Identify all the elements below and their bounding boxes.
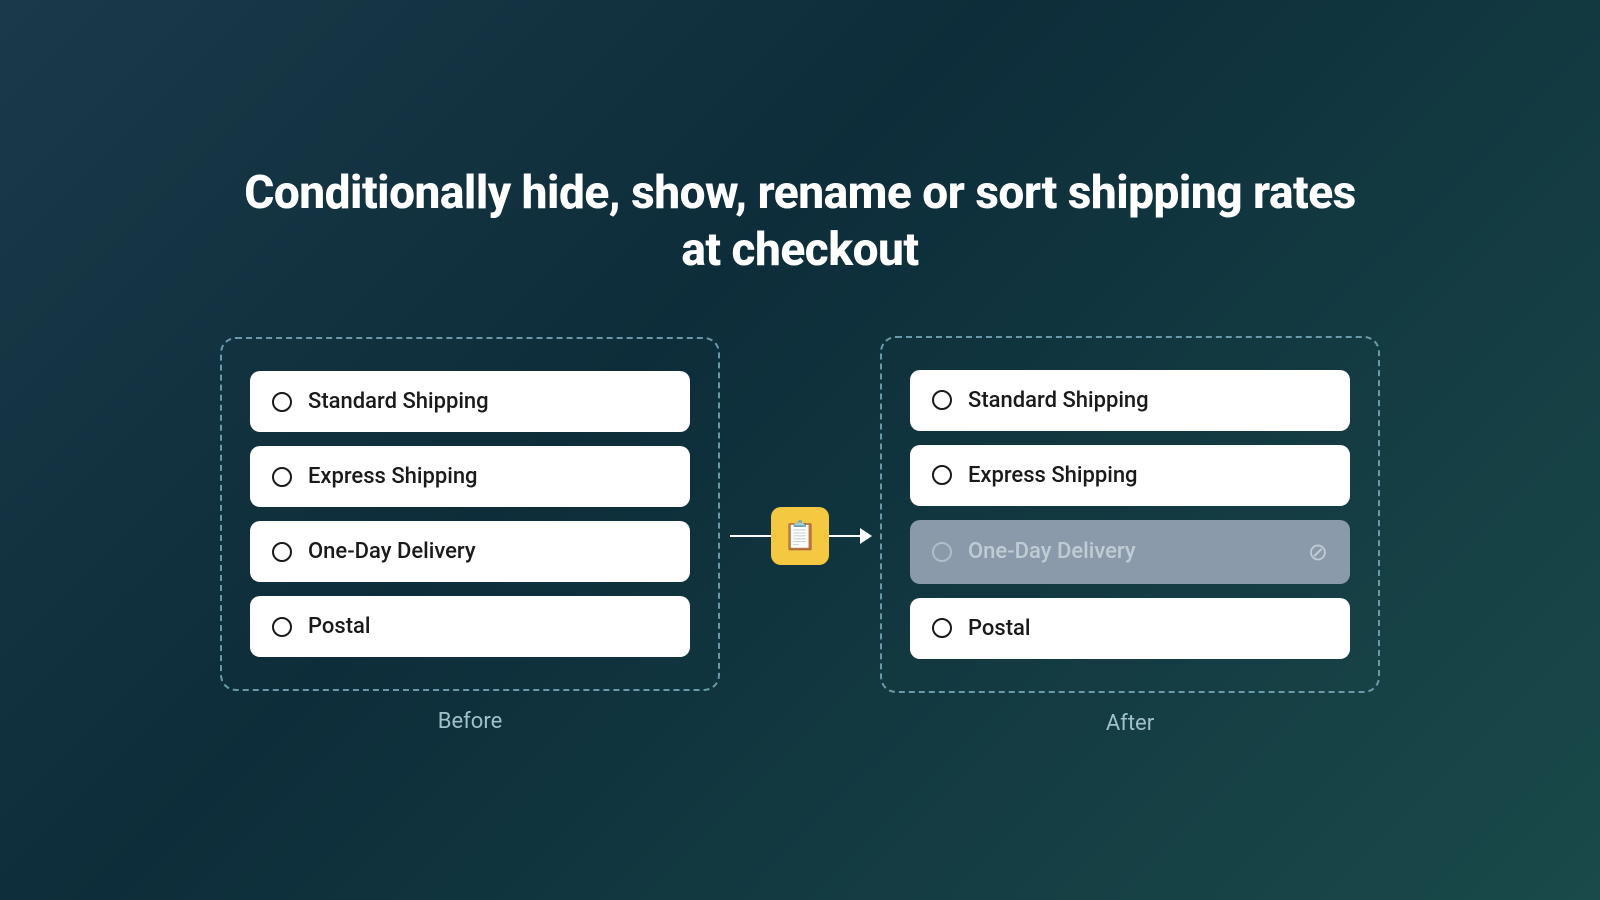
after-label: After [1106,711,1154,736]
hidden-icon: ⊘ [1308,538,1328,566]
after-standard-shipping: Standard Shipping [910,370,1350,431]
arrow-head [860,528,872,544]
before-standard-label: Standard Shipping [308,389,489,414]
before-standard-shipping: Standard Shipping [250,371,690,432]
radio-postal-after [932,618,952,638]
after-oneday-shipping-hidden: One-Day Delivery ⊘ [910,520,1350,584]
before-panel: Standard Shipping Express Shipping One-D… [220,337,720,691]
app-icon: 📋 [771,507,829,565]
app-icon-symbol: 📋 [783,519,818,552]
radio-oneday-before [272,542,292,562]
page-title: Conditionally hide, show, rename or sort… [244,165,1356,280]
radio-standard-before [272,392,292,412]
after-panel-wrapper: Standard Shipping Express Shipping One-D… [880,336,1380,736]
after-standard-label: Standard Shipping [968,388,1149,413]
before-express-label: Express Shipping [308,464,478,489]
after-panel: Standard Shipping Express Shipping One-D… [880,336,1380,693]
after-express-label: Express Shipping [968,463,1138,488]
before-oneday-shipping: One-Day Delivery [250,521,690,582]
diagram: Standard Shipping Express Shipping One-D… [220,336,1380,736]
radio-oneday-after [932,542,952,562]
after-oneday-label: One-Day Delivery [968,539,1136,564]
before-panel-wrapper: Standard Shipping Express Shipping One-D… [220,337,720,734]
after-postal-shipping: Postal [910,598,1350,659]
before-express-shipping: Express Shipping [250,446,690,507]
before-postal-shipping: Postal [250,596,690,657]
before-label: Before [438,709,503,734]
radio-express-before [272,467,292,487]
before-postal-label: Postal [308,614,371,639]
radio-postal-before [272,617,292,637]
radio-standard-after [932,390,952,410]
before-oneday-label: One-Day Delivery [308,539,476,564]
radio-express-after [932,465,952,485]
after-express-shipping: Express Shipping [910,445,1350,506]
after-postal-label: Postal [968,616,1031,641]
